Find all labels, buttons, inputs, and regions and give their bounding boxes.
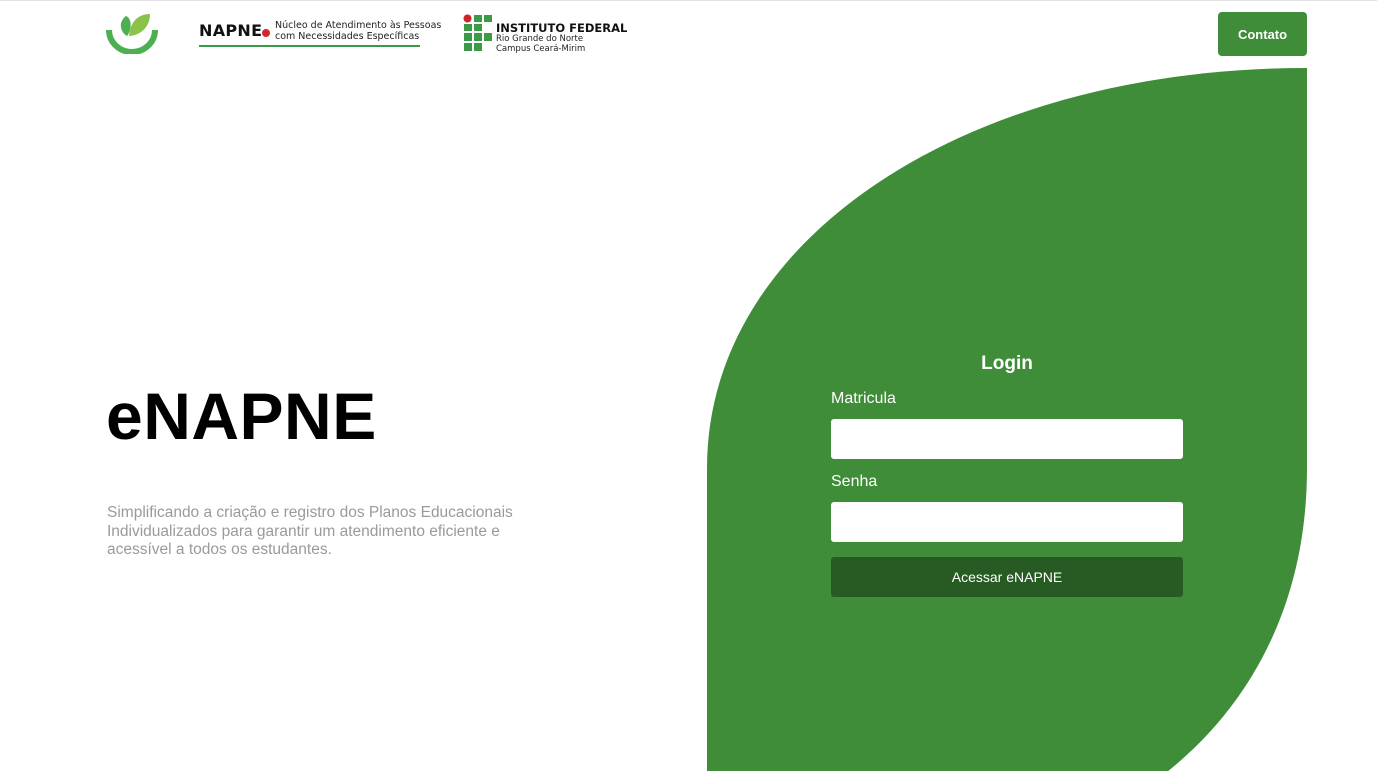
if-subtitle-line2: Campus Ceará-Mirim <box>496 43 586 54</box>
senha-input[interactable] <box>831 502 1183 542</box>
page-title: eNAPNE <box>106 379 377 453</box>
if-logo-subtitle: Rio Grande do Norte Campus Ceará-Mirim <box>496 34 586 54</box>
matricula-input[interactable] <box>831 419 1183 459</box>
napne-underline <box>199 45 420 47</box>
login-submit-button[interactable]: Acessar eNAPNE <box>831 557 1183 597</box>
napne-subtitle-line1: Núcleo de Atendimento às Pessoas <box>275 20 442 31</box>
napne-logo: NAPNE Núcleo de Atendimento às Pessoas c… <box>199 18 441 48</box>
if-logo-title: INSTITUTO FEDERAL <box>496 21 628 35</box>
senha-label: Senha <box>831 473 878 490</box>
napne-red-dot <box>262 29 270 37</box>
matricula-label: Matricula <box>831 390 896 407</box>
contact-button[interactable]: Contato <box>1218 12 1307 56</box>
top-header: NAPNE Núcleo de Atendimento às Pessoas c… <box>0 1 1377 67</box>
napne-logo-subtitle: Núcleo de Atendimento às Pessoas com Nec… <box>275 20 441 42</box>
leaf-smile-icon[interactable] <box>106 12 158 54</box>
login-title: Login <box>981 353 1033 374</box>
hero-description: Simplificando a criação e registro dos P… <box>107 504 513 558</box>
instituto-federal-logo: INSTITUTO FEDERAL Rio Grande do Norte Ca… <box>463 14 627 54</box>
login-page: NAPNE Núcleo de Atendimento às Pessoas c… <box>0 0 1377 771</box>
napne-logo-word: NAPNE <box>199 21 263 40</box>
napne-subtitle-line2: com Necessidades Específicas <box>275 31 420 42</box>
if-square-grid-icon <box>463 14 492 51</box>
